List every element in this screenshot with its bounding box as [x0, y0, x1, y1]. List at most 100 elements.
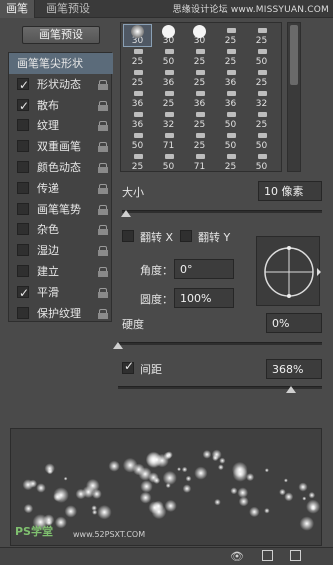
brush-option-8[interactable]: 杂色	[9, 219, 113, 240]
brush-tip[interactable]: 50	[155, 46, 182, 67]
lock-icon[interactable]	[98, 225, 108, 236]
option-label: 双重画笔	[37, 140, 81, 154]
spacing-field[interactable]: 368%	[266, 359, 322, 379]
brush-tip[interactable]: 25	[217, 151, 244, 171]
brush-option-12[interactable]: 保护纹理	[9, 303, 113, 324]
spacing-slider-knob[interactable]	[286, 386, 297, 393]
brush-tip[interactable]: 71	[155, 130, 182, 151]
lock-icon[interactable]	[98, 163, 108, 173]
brush-grid-scrollbar[interactable]	[287, 22, 301, 172]
new-preset-icon[interactable]	[290, 550, 301, 561]
lock-icon[interactable]	[98, 246, 108, 257]
brush-option-2[interactable]: 散布	[9, 95, 113, 117]
brush-tip[interactable]: 50	[124, 130, 151, 151]
angle-label: 角度：	[140, 264, 173, 277]
option-checkbox[interactable]	[17, 96, 29, 117]
hardness-slider[interactable]	[118, 342, 322, 345]
brush-tip[interactable]: 36	[155, 67, 182, 88]
lock-icon[interactable]	[98, 287, 108, 298]
lock-icon[interactable]	[98, 100, 108, 111]
brush-option-11[interactable]: 平滑	[9, 282, 113, 304]
brush-tip[interactable]: 25	[248, 67, 275, 88]
brush-tip[interactable]: 36	[217, 88, 244, 109]
brush-tip[interactable]: 36	[186, 88, 213, 109]
option-checkbox[interactable]	[17, 140, 29, 153]
brush-tip[interactable]: 50	[217, 130, 244, 151]
angle-roundness-dial[interactable]	[256, 236, 321, 306]
brush-presets-button[interactable]: 画笔预设	[22, 26, 100, 44]
option-checkbox[interactable]	[17, 181, 29, 194]
brush-tip[interactable]: 32	[155, 109, 182, 130]
flip-x-checkbox[interactable]	[122, 230, 134, 242]
option-checkbox[interactable]	[17, 265, 29, 277]
spacing-checkbox[interactable]	[122, 359, 134, 374]
lock-icon[interactable]	[98, 79, 108, 90]
brush-tip[interactable]: 25	[124, 151, 151, 171]
roundness-field[interactable]: 100%	[174, 288, 234, 308]
lock-icon[interactable]	[98, 183, 108, 194]
brush-tip[interactable]: 36	[124, 109, 151, 130]
hardness-slider-knob[interactable]	[113, 342, 123, 349]
brush-tip[interactable]: 50	[248, 46, 275, 67]
brush-tip[interactable]: 25	[217, 25, 244, 46]
option-checkbox[interactable]	[17, 283, 29, 304]
brush-tip[interactable]: 25	[186, 130, 213, 151]
brush-tip[interactable]: 25	[186, 109, 213, 130]
eye-icon[interactable]: 👁	[230, 550, 244, 563]
brush-tip[interactable]: 25	[124, 46, 151, 67]
brush-tip-icon	[186, 46, 213, 57]
size-slider-knob[interactable]	[121, 210, 131, 217]
brush-tip[interactable]: 25	[248, 109, 275, 130]
brush-option-7[interactable]: 画笔笔势	[9, 199, 113, 220]
tab-brush-presets[interactable]: 画笔预设	[40, 0, 96, 18]
brush-option-3[interactable]: 纹理	[9, 115, 113, 136]
brush-tip[interactable]: 30	[123, 24, 152, 47]
brush-tip[interactable]: 25	[248, 25, 275, 46]
flip-y-checkbox[interactable]	[180, 230, 192, 242]
brush-tip[interactable]: 25	[186, 67, 213, 88]
brush-tip[interactable]: 71	[186, 151, 213, 171]
brush-tip[interactable]: 36	[217, 67, 244, 88]
brush-tip[interactable]: 25	[217, 46, 244, 67]
option-checkbox[interactable]	[17, 244, 29, 257]
hardness-field[interactable]: 0%	[266, 313, 322, 333]
brush-tip[interactable]: 50	[155, 151, 182, 171]
option-checkbox[interactable]	[17, 306, 29, 319]
brush-tip-icon	[124, 151, 151, 162]
brush-tip[interactable]: 36	[124, 88, 151, 109]
brush-tip[interactable]: 50	[248, 130, 275, 151]
option-checkbox[interactable]	[17, 202, 29, 215]
brush-option-0[interactable]: 画笔笔尖形状	[9, 53, 113, 74]
lock-icon[interactable]	[98, 142, 108, 153]
brush-tip[interactable]: 32	[248, 88, 275, 109]
lock-icon[interactable]	[98, 121, 108, 132]
option-checkbox[interactable]	[17, 161, 29, 173]
brush-tip[interactable]: 25	[186, 46, 213, 67]
option-checkbox[interactable]	[17, 223, 29, 236]
brush-option-1[interactable]: 形状动态	[9, 74, 113, 96]
brush-tip[interactable]: 50	[217, 109, 244, 130]
lock-icon[interactable]	[98, 267, 108, 277]
angle-field[interactable]: 0°	[174, 259, 234, 279]
brush-tip[interactable]: 30	[186, 25, 213, 46]
brush-tip-icon	[248, 67, 275, 78]
scrollbar-thumb[interactable]	[290, 25, 298, 85]
size-slider[interactable]	[122, 210, 322, 213]
brush-tip[interactable]: 50	[248, 151, 275, 171]
size-field[interactable]: 10 像素	[258, 181, 322, 201]
tab-brush[interactable]: 画笔	[0, 0, 35, 18]
option-checkbox[interactable]	[17, 75, 29, 96]
brush-tip[interactable]: 30	[155, 25, 182, 46]
brush-tip[interactable]: 25	[124, 67, 151, 88]
brush-option-4[interactable]: 双重画笔	[9, 136, 113, 157]
lock-icon[interactable]	[98, 204, 108, 215]
brush-tip[interactable]: 25	[155, 88, 182, 109]
brush-option-6[interactable]: 传递	[9, 178, 113, 199]
option-label: 画笔笔势	[37, 202, 81, 216]
brush-option-9[interactable]: 湿边	[9, 240, 113, 261]
lock-icon[interactable]	[98, 308, 108, 319]
brush-option-10[interactable]: 建立	[9, 261, 113, 282]
grid-icon[interactable]	[262, 550, 273, 561]
option-checkbox[interactable]	[17, 119, 29, 132]
brush-option-5[interactable]: 颜色动态	[9, 157, 113, 178]
